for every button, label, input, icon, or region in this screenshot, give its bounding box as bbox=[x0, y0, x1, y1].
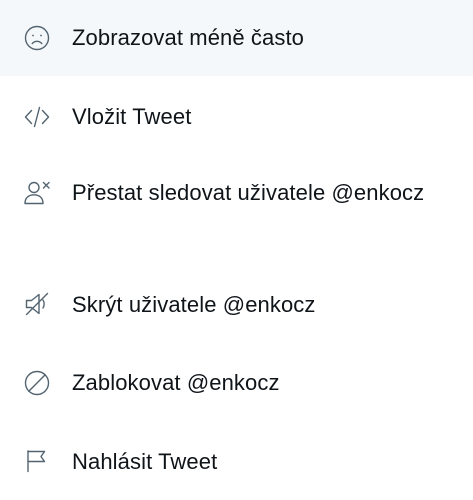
block-icon bbox=[22, 368, 52, 398]
unfollow-user-icon bbox=[22, 178, 52, 208]
report-flag-icon bbox=[22, 446, 52, 476]
menu-item-block-user[interactable]: Zablokovat @enkocz bbox=[0, 346, 473, 424]
menu-item-label: Nahlásit Tweet bbox=[72, 449, 218, 474]
menu-item-label: Skrýt uživatele @enkocz bbox=[72, 292, 316, 317]
menu-item-show-less-often[interactable]: Zobrazovat méně často bbox=[0, 0, 473, 76]
sad-face-icon bbox=[22, 23, 52, 53]
menu-item-unfollow-user[interactable]: Přestat sledovat uživatele @enkocz bbox=[0, 156, 473, 266]
code-embed-icon bbox=[22, 102, 52, 132]
menu-item-report-tweet[interactable]: Nahlásit Tweet bbox=[0, 424, 473, 500]
menu-item-label: Zablokovat @enkocz bbox=[72, 370, 280, 395]
menu-item-embed-tweet[interactable]: Vložit Tweet bbox=[0, 76, 473, 156]
menu-item-mute-user[interactable]: Skrýt uživatele @enkocz bbox=[0, 266, 473, 346]
menu-item-label: Vložit Tweet bbox=[72, 104, 192, 129]
menu-item-label: Přestat sledovat uživatele @enkocz bbox=[72, 180, 425, 205]
menu-item-label: Zobrazovat méně často bbox=[72, 25, 304, 50]
tweet-options-menu: Zobrazovat méně často Vložit Tweet Přest… bbox=[0, 0, 473, 500]
mute-icon bbox=[22, 289, 52, 319]
